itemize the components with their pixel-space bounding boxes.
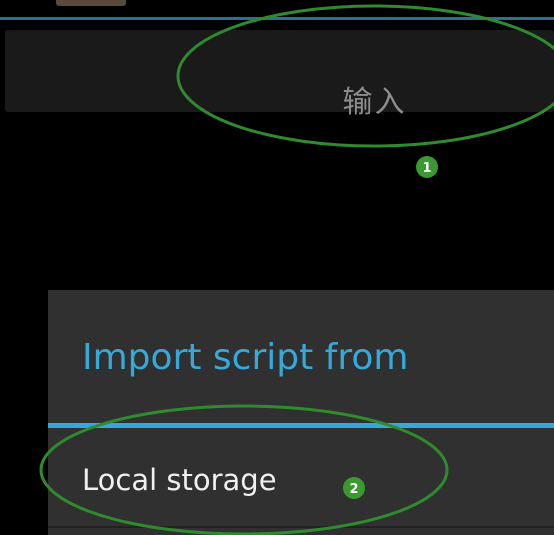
top-divider <box>0 17 554 20</box>
annotation-badge-1 <box>416 156 438 178</box>
input-button[interactable]: 输入 <box>5 30 554 120</box>
option-divider <box>48 526 554 528</box>
dialog-title-divider <box>48 423 554 428</box>
top-thumbnail-strip <box>56 0 126 6</box>
input-button-label: 输入 <box>342 85 407 120</box>
option-local-storage[interactable]: Local storage <box>82 460 277 500</box>
dialog-title: Import script from <box>82 337 409 378</box>
annotation-badge-1-number: 1 <box>422 161 431 176</box>
